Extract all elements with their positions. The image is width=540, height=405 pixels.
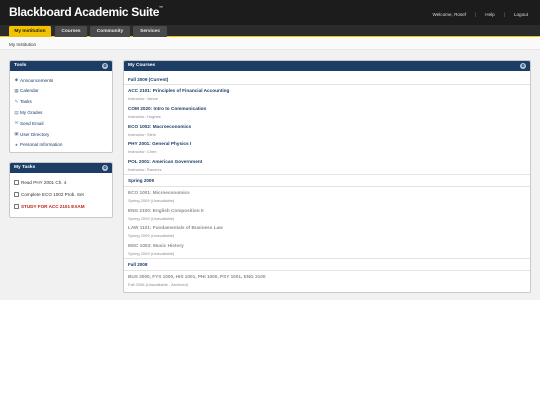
course-status: Spring 2009 (Unavailable)	[128, 215, 175, 221]
task-checkbox[interactable]	[14, 204, 19, 209]
person-icon: ●	[15, 141, 18, 147]
tasks-panel: My Tasks ⚙ Read PHY 2001 Ch. 4 Complete …	[9, 162, 113, 218]
app-logo[interactable]: Blackboard Academic Suite™	[9, 5, 163, 19]
course-link-eco-1001[interactable]: ECO 1001: Microeconomics	[128, 190, 190, 195]
breadcrumb-bar: My Institution	[0, 38, 540, 50]
welcome-text: Welcome, Rosef	[432, 12, 467, 17]
course-status: Spring 2009 (Unavailable)	[128, 250, 175, 256]
tab-community[interactable]: Community	[90, 25, 130, 37]
course-link-law-1101[interactable]: LAW 1101: Fundamentals of Business Law	[128, 225, 223, 230]
grades-icon: ▤	[14, 109, 19, 115]
user-links: Welcome, Rosef | Help | Logout	[428, 12, 532, 17]
directory-icon: ▣	[14, 131, 19, 136]
task-checkbox[interactable]	[14, 192, 19, 197]
section-divider	[124, 174, 530, 175]
task-item[interactable]: Complete ECO 1002 Prob. Set	[14, 192, 84, 197]
course-link-phy-2001[interactable]: PHY 2001: General Physics I	[128, 141, 191, 146]
course-link-pol-2001[interactable]: POL 2001: American Government	[128, 159, 202, 164]
section-divider	[124, 84, 530, 85]
section-heading-spring-2009: Spring 2009	[128, 178, 155, 183]
tools-panel-header: Tools ⚙	[10, 61, 112, 71]
tool-user-directory[interactable]: ▣ User Directory	[14, 131, 49, 137]
tab-courses[interactable]: Courses	[55, 25, 87, 37]
course-instructor: Instructor: Ramirez	[128, 166, 162, 172]
email-icon: ✉	[14, 120, 19, 125]
help-link[interactable]: Help	[481, 12, 498, 17]
course-status: Fall 2008 (Unavailable - Archived)	[128, 281, 189, 287]
course-instructor: Instructor: Chen	[128, 149, 157, 154]
tasks-panel-header: My Tasks ⚙	[10, 163, 112, 173]
course-instructor: Instructor: Stein	[128, 131, 157, 137]
tasks-title: My Tasks	[14, 165, 36, 170]
top-header: Blackboard Academic Suite™ Welcome, Rose…	[0, 0, 540, 25]
courses-title: My Courses	[128, 63, 156, 68]
courses-panel-header: My Courses ⚙	[124, 61, 530, 71]
logout-link[interactable]: Logout	[510, 12, 532, 17]
section-heading-fall-2008: Fall 2008	[128, 262, 148, 267]
gear-icon[interactable]: ⚙	[520, 63, 526, 69]
course-status: Spring 2009 (Unavailable)	[128, 233, 175, 238]
section-divider	[124, 185, 530, 187]
tool-send-email[interactable]: ✉ Send Email	[14, 120, 44, 126]
tab-services[interactable]: Services	[133, 25, 167, 37]
course-link-msc-1003[interactable]: MSC 1003: Music History	[128, 243, 184, 248]
megaphone-icon: ◆	[14, 77, 19, 82]
gear-icon[interactable]: ⚙	[102, 63, 108, 69]
tool-tasks[interactable]: ✎ Tasks	[14, 99, 32, 105]
task-checkbox[interactable]	[14, 180, 19, 185]
course-instructor: Instructor: Vance	[128, 96, 158, 101]
course-link-acc-2101[interactable]: ACC 2101: Principles of Financial Accoun…	[128, 88, 229, 93]
tab-my-institution[interactable]: My Institution	[9, 25, 51, 37]
course-link-com-2020[interactable]: COM 2020: Intro to Communication	[128, 106, 206, 111]
notepad-icon: ✎	[14, 98, 19, 104]
course-status: Spring 2009 (Unavailable)	[128, 197, 175, 203]
section-divider	[124, 258, 530, 259]
breadcrumb[interactable]: My Institution	[9, 42, 36, 47]
course-link-fall-2008-archived[interactable]: BUS 2000, FYS 1000, HIS 1001, PHI 1000, …	[128, 274, 266, 279]
course-link-eco-1002[interactable]: ECO 1002: Macroeconomics	[128, 124, 191, 129]
tools-title: Tools	[14, 63, 27, 68]
section-divider	[124, 269, 530, 271]
section-heading-fall-2009: Fall 2009 (Current)	[128, 76, 169, 82]
tool-my-grades[interactable]: ▤ My Grades	[14, 110, 42, 116]
gear-icon[interactable]: ⚙	[102, 165, 108, 171]
task-item-urgent[interactable]: STUDY FOR ACC 2101 EXAM	[14, 204, 85, 209]
calendar-icon: ▦	[14, 87, 19, 93]
tab-bar: My Institution Courses Community Service…	[0, 25, 540, 37]
course-instructor: Instructor: Hughes	[128, 114, 161, 119]
courses-panel: My Courses ⚙ Fall 2009 (Current) ACC 210…	[123, 60, 531, 293]
task-item[interactable]: Read PHY 2001 Ch. 4	[14, 180, 66, 185]
tools-panel: Tools ⚙ ◆ Announcements ▦ Calendar ✎ Tasks …	[9, 60, 113, 153]
tool-calendar[interactable]: ▦ Calendar	[14, 87, 38, 94]
course-link-eng-2100[interactable]: ENG 2100: English Composition II	[128, 208, 204, 213]
tool-personal-information[interactable]: ● Personal Information	[14, 142, 62, 147]
tool-announcements[interactable]: ◆ Announcements	[14, 77, 53, 83]
